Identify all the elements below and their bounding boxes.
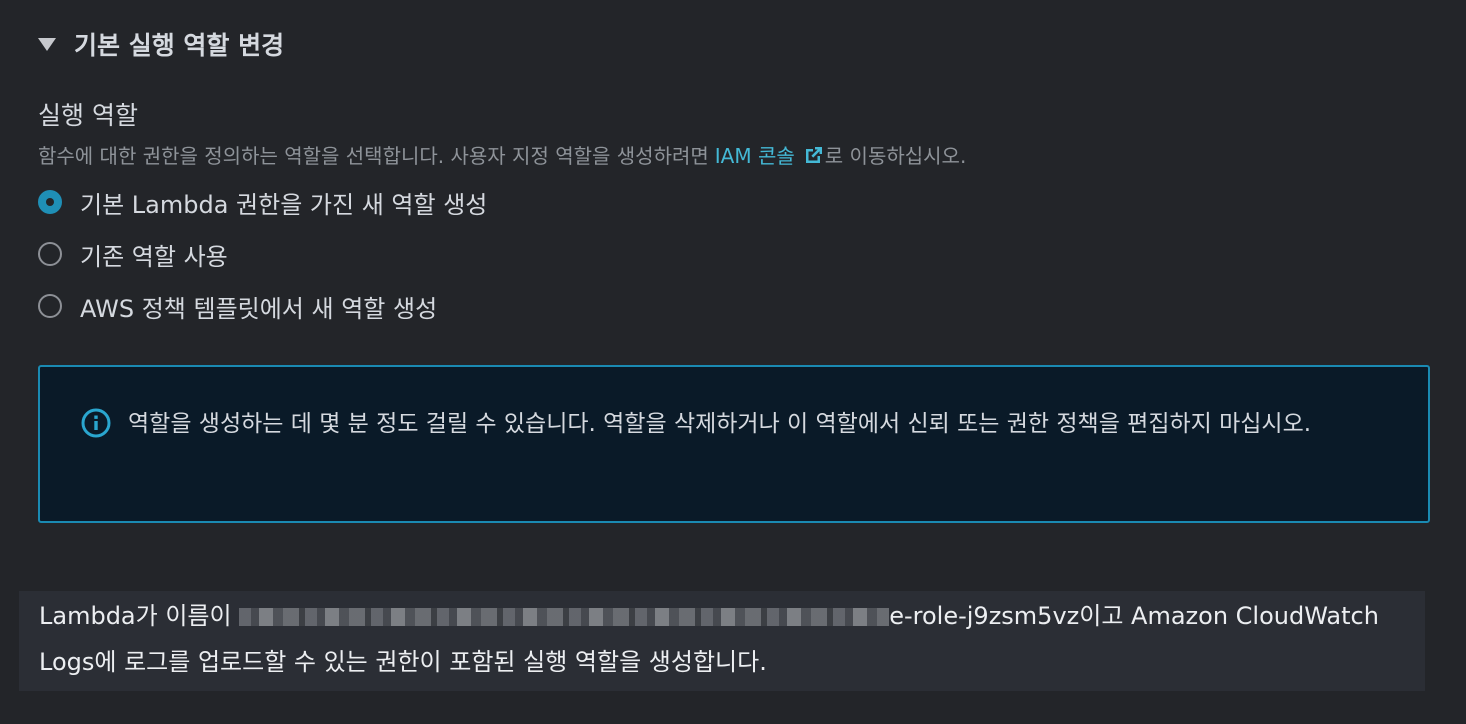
radio-button-selected[interactable] bbox=[38, 190, 62, 214]
execution-role-section-toggle[interactable]: 기본 실행 역할 변경 bbox=[38, 24, 284, 64]
info-alert: 역할을 생성하는 데 몇 분 정도 걸릴 수 있습니다. 역할을 삭제하거나 이… bbox=[38, 365, 1430, 523]
radio-option-existing-role[interactable]: 기존 역할 사용 bbox=[38, 228, 487, 280]
description-text-tail: 로 이동하십시오. bbox=[824, 144, 967, 168]
execution-role-label: 실행 역할 bbox=[38, 101, 138, 130]
radio-label[interactable]: 기본 Lambda 권한을 가진 새 역할 생성 bbox=[80, 185, 487, 220]
radio-label[interactable]: AWS 정책 템플릿에서 새 역할 생성 bbox=[80, 289, 437, 324]
execution-role-description: 함수에 대한 권한을 정의하는 역할을 선택합니다. 사용자 지정 역할을 생성… bbox=[38, 140, 966, 169]
radio-label[interactable]: 기존 역할 사용 bbox=[80, 237, 228, 272]
redacted-role-name bbox=[239, 608, 890, 626]
radio-option-policy-template-role[interactable]: AWS 정책 템플릿에서 새 역할 생성 bbox=[38, 280, 487, 332]
role-summary: Lambda가 이름이 e-role-j9zsm5vz이고 Amazon Clo… bbox=[19, 591, 1425, 691]
iam-console-link-text[interactable]: IAM 콘솔 bbox=[715, 140, 795, 169]
execution-role-radio-group: 기본 Lambda 권한을 가진 새 역할 생성 기존 역할 사용 AWS 정책… bbox=[38, 176, 487, 332]
summary-prefix: Lambda가 이름이 bbox=[39, 602, 240, 630]
external-link-icon bbox=[805, 146, 822, 163]
info-circle-icon bbox=[81, 408, 111, 438]
description-text: 함수에 대한 권한을 정의하는 역할을 선택합니다. 사용자 지정 역할을 생성… bbox=[38, 144, 709, 168]
role-name-suffix: e-role-j9zsm5vz bbox=[889, 602, 1080, 630]
info-text: 역할을 생성하는 데 몇 분 정도 걸릴 수 있습니다. 역할을 삭제하거나 이… bbox=[128, 411, 1312, 437]
role-summary-text: Lambda가 이름이 e-role-j9zsm5vz이고 Amazon Clo… bbox=[39, 593, 1419, 685]
radio-button[interactable] bbox=[38, 294, 62, 318]
section-title: 기본 실행 역할 변경 bbox=[74, 31, 285, 60]
iam-console-link[interactable]: IAM 콘솔 bbox=[715, 140, 825, 169]
radio-option-new-basic-role[interactable]: 기본 Lambda 권한을 가진 새 역할 생성 bbox=[38, 176, 487, 228]
caret-down-icon bbox=[38, 37, 56, 51]
radio-button[interactable] bbox=[38, 242, 62, 266]
